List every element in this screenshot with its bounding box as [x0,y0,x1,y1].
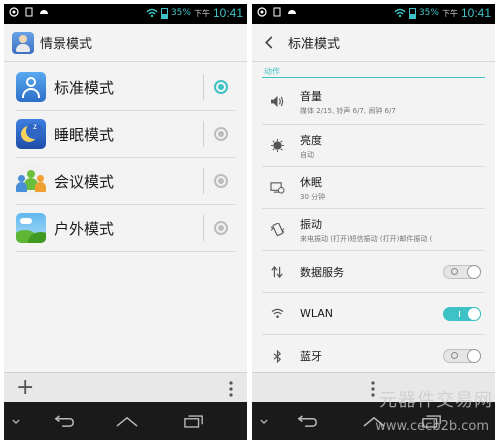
setting-title: 亮度 [300,133,322,147]
battery-percent: 35% [170,8,191,18]
home-icon[interactable] [107,402,147,440]
setting-title: 蓝牙 [300,350,322,363]
battery-percent: 35% [418,8,439,18]
divider [203,74,204,100]
mode-item-standard[interactable]: 标准模式 [16,64,236,111]
setting-title: 休眠 [300,175,322,189]
android-icon [40,10,48,14]
page-title: 标准模式 [288,37,341,52]
setting-title: 数据服务 [300,265,344,279]
wlan-toggle[interactable] [443,306,481,321]
sleep-timer-icon [262,181,292,194]
chevron-down-icon[interactable] [254,402,274,440]
section-header: 动作 [264,67,280,76]
setting-subtitle: 30 分钟 [300,192,326,201]
setting-title: 振动 [300,217,322,231]
divider [203,121,204,147]
action-bar: 标准模式 [252,24,495,62]
overflow-menu-icon[interactable] [229,381,233,397]
mode-list: 标准模式 z 睡眠模式 会议模式 户外模式 [16,64,236,252]
battery-icon [408,7,416,19]
back-icon[interactable] [44,402,84,440]
setting-title: WLAN [300,307,334,320]
recent-apps-icon[interactable] [174,402,214,440]
mode-label: 会议模式 [54,172,115,191]
radio-button-selected[interactable] [214,80,228,94]
status-bar: 35% 下午 10:41 [252,4,495,24]
navigation-bar [4,402,247,440]
android-icon [288,10,296,14]
setting-subtitle: 媒体 2/15, 铃声 6/7, 闹钟 6/7 [300,106,396,115]
clock: 10:41 [212,6,243,20]
volume-icon [262,95,292,108]
setting-title: 音量 [300,89,322,103]
clock: 10:41 [460,6,491,20]
bottom-action-bar: + [4,372,247,405]
plus-icon[interactable]: + [16,375,34,400]
mode-label: 标准模式 [54,78,115,97]
section-divider [262,77,485,78]
radio-button[interactable] [214,174,228,188]
standard-mode-icon [16,72,46,102]
mode-item-meeting[interactable]: 会议模式 [16,158,236,205]
battery-icon [160,7,168,19]
data-service-toggle[interactable] [443,264,481,279]
watermark-url: www.cecb2b.com [375,419,489,434]
left-phone-screen: 35% 下午 10:41 情景模式 标准模式 z 睡眠模式 会议模式 户外模式 … [4,4,247,440]
bluetooth-toggle[interactable] [443,349,481,363]
camera-icon [9,7,19,17]
settings-list: 音量 媒体 2/15, 铃声 6/7, 闹钟 6/7 亮度 自动 休眠 30 分… [262,79,485,377]
radio-button[interactable] [214,127,228,141]
watermark-text: 元器件交易网 [379,390,493,411]
setting-volume[interactable]: 音量 媒体 2/15, 铃声 6/7, 闹钟 6/7 [262,79,485,125]
mode-label: 睡眠模式 [54,125,115,144]
mode-label: 户外模式 [54,219,115,238]
wifi-icon [394,8,406,18]
setting-subtitle: 自动 [300,150,314,159]
setting-bluetooth[interactable]: 蓝牙 [262,335,485,377]
radio-button[interactable] [214,221,228,235]
camera-icon [257,7,267,17]
meeting-mode-icon [16,166,46,196]
page-title: 情景模式 [40,37,93,52]
sim-icon [25,7,33,17]
divider [203,168,204,194]
right-phone-screen: 35% 下午 10:41 标准模式 动作 音量 媒体 2/15, 铃声 6/7,… [252,4,495,440]
setting-data-service[interactable]: 数据服务 [262,251,485,293]
contacts-profile-icon[interactable] [12,31,34,54]
am-pm-label: 下午 [193,8,210,18]
divider [203,215,204,241]
wifi-icon [262,308,292,319]
brightness-icon [262,139,292,152]
setting-sleep[interactable]: 休眠 30 分钟 [262,167,485,209]
back-arrow-icon[interactable] [256,24,282,61]
outdoor-mode-icon [16,213,46,243]
sim-icon [273,7,281,17]
am-pm-label: 下午 [441,8,458,18]
overflow-menu-icon[interactable] [371,381,375,397]
action-bar: 情景模式 [4,24,247,62]
data-arrows-icon [262,265,292,278]
status-bar: 35% 下午 10:41 [4,4,247,24]
setting-subtitle: 来电振动 (打开)短信振动 (打开)邮件振动 ( [300,234,433,243]
wifi-icon [146,8,158,18]
vibrate-icon [262,223,292,236]
chevron-down-icon[interactable] [6,402,26,440]
back-icon[interactable] [287,402,327,440]
sleep-mode-icon: z [16,119,46,149]
mode-item-outdoor[interactable]: 户外模式 [16,205,236,252]
setting-wlan[interactable]: WLAN [262,293,485,335]
bluetooth-icon [262,349,292,363]
setting-brightness[interactable]: 亮度 自动 [262,125,485,167]
setting-vibrate[interactable]: 振动 来电振动 (打开)短信振动 (打开)邮件振动 ( [262,209,485,251]
mode-item-sleep[interactable]: z 睡眠模式 [16,111,236,158]
